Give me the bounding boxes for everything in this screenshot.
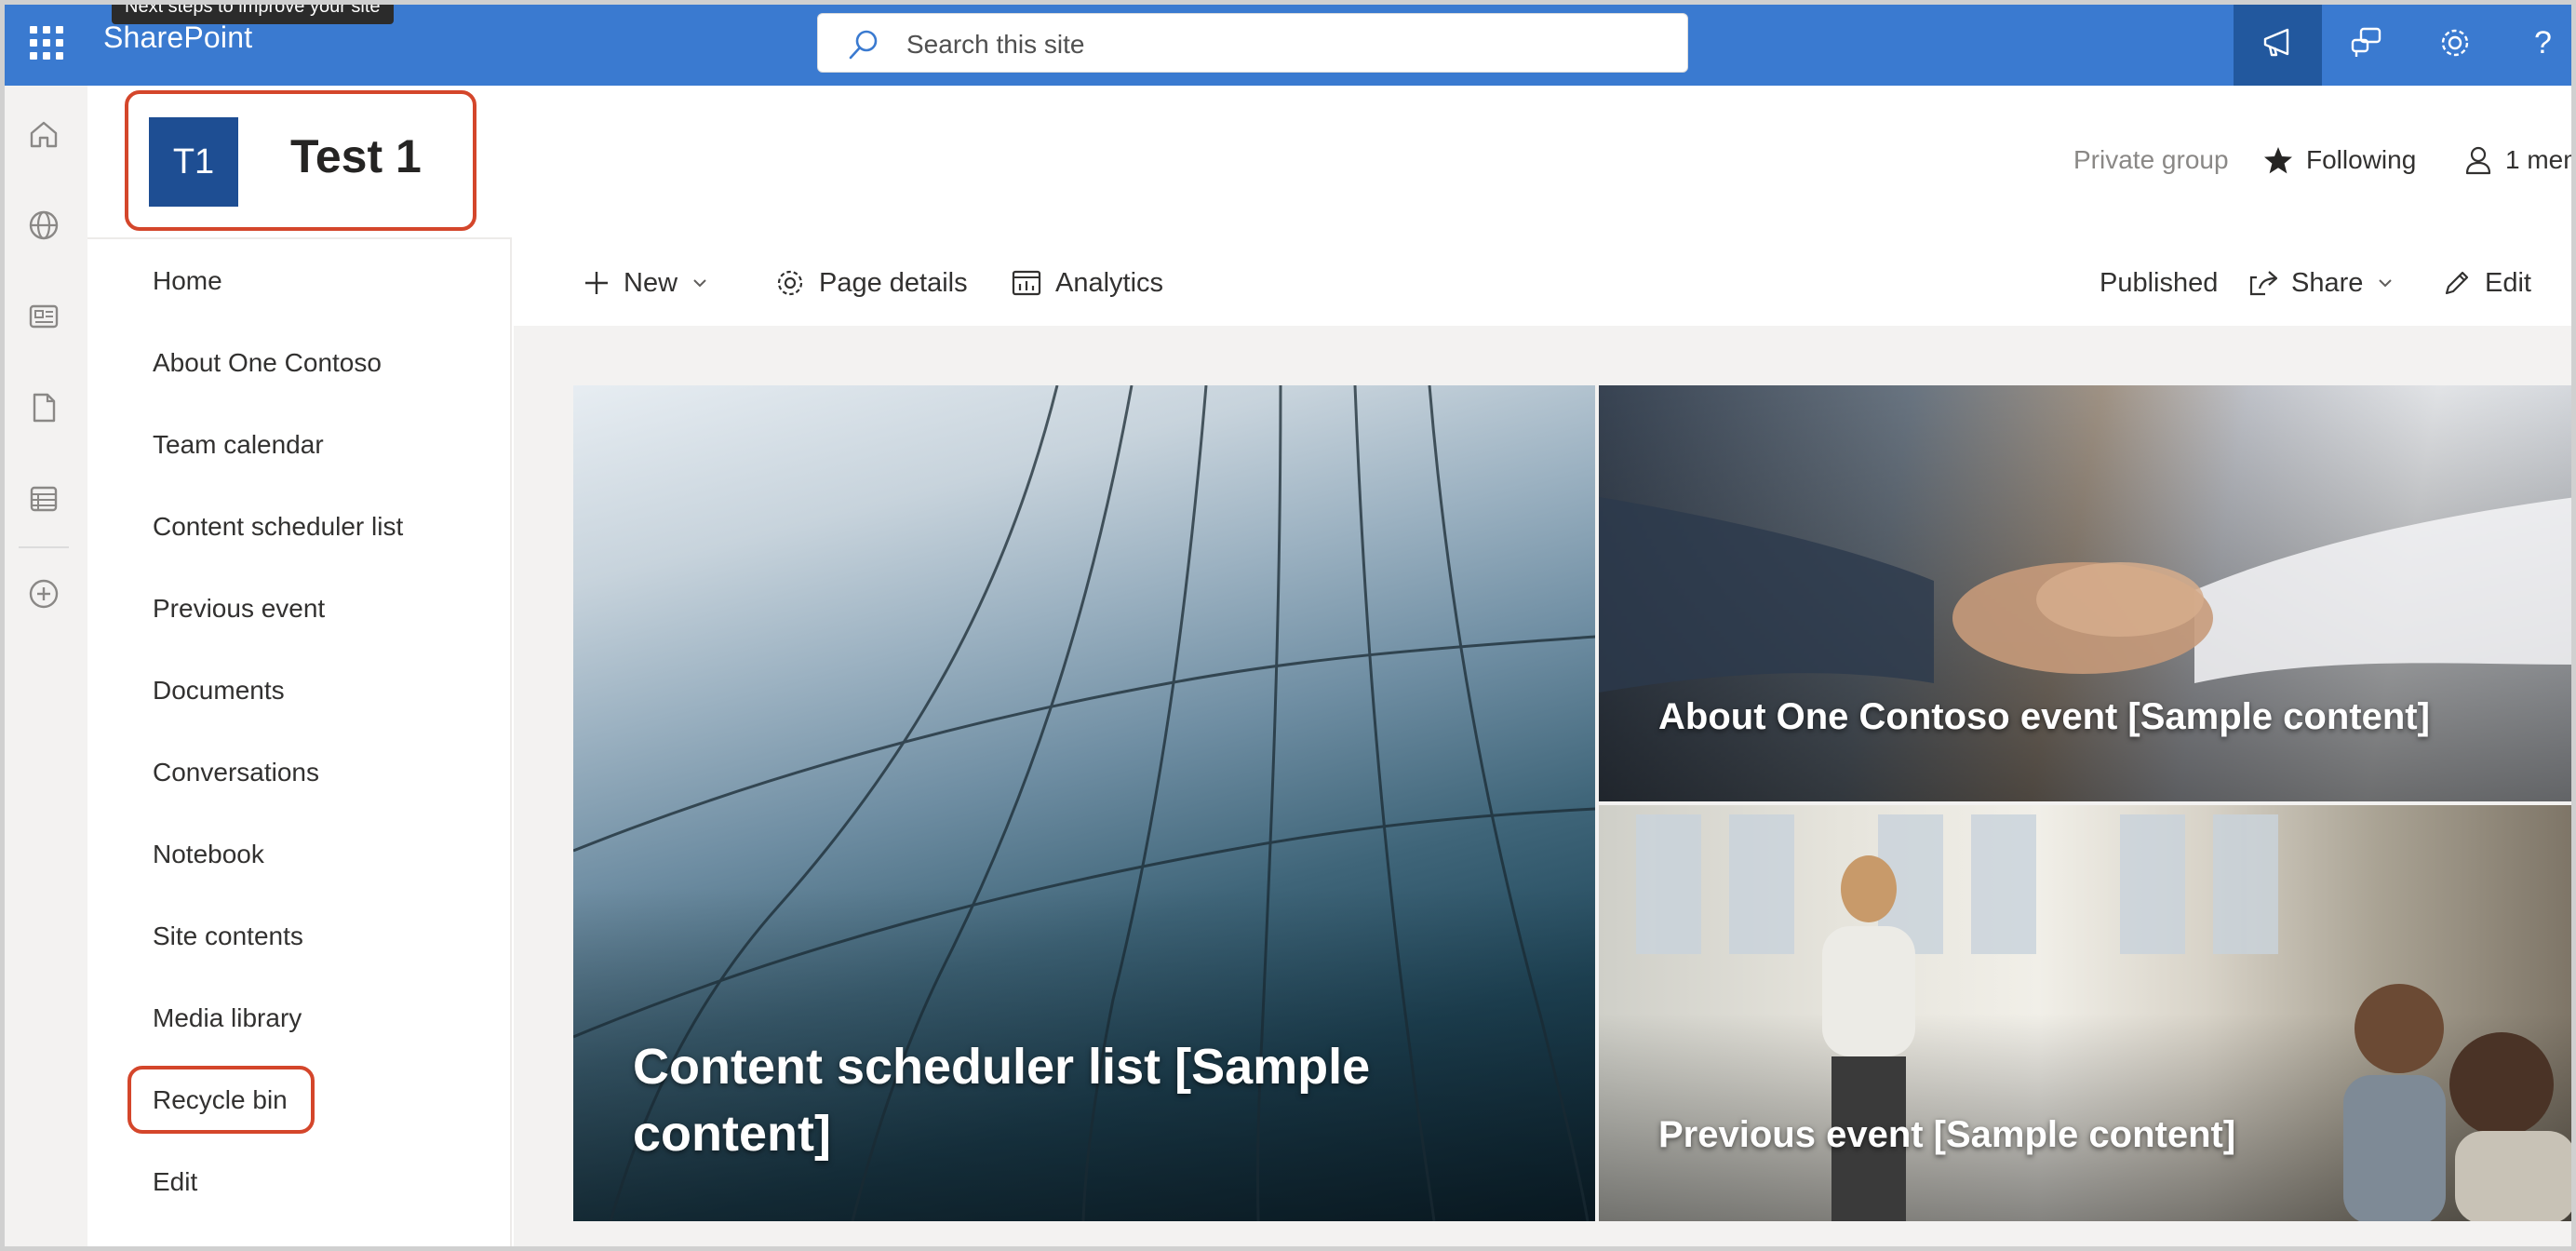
- hero-title-content-scheduler: Content scheduler list [Sample content]: [633, 1039, 1371, 1162]
- share-icon: [2249, 271, 2278, 296]
- next-steps-tooltip: Next steps to improve your site: [112, 0, 394, 24]
- analytics-label: Analytics: [1055, 267, 1164, 298]
- person-icon: [2465, 146, 2491, 175]
- edit-label: Edit: [2485, 267, 2531, 298]
- nav-item-edit[interactable]: Edit: [153, 1167, 197, 1197]
- document-icon[interactable]: [25, 389, 62, 426]
- members-label: 1 mem: [2505, 145, 2576, 174]
- help-button[interactable]: ?: [2499, 0, 2576, 86]
- settings-icon: [2441, 29, 2468, 57]
- app-launcher-icon[interactable]: [19, 15, 74, 71]
- members-button[interactable]: 1 mem: [2464, 145, 2576, 175]
- pencil-icon: [2445, 271, 2469, 295]
- nav-item-conversations[interactable]: Conversations: [153, 758, 319, 787]
- page-details-label: Page details: [819, 267, 968, 298]
- megaphone-button[interactable]: [2234, 0, 2322, 86]
- globe-icon[interactable]: [25, 207, 62, 244]
- news-icon[interactable]: [25, 298, 62, 335]
- new-label: New: [624, 267, 678, 298]
- edit-button[interactable]: Edit: [2442, 264, 2531, 302]
- hero-title-previous-event: Previous event [Sample content]: [1658, 1114, 2236, 1155]
- analytics-icon: [1012, 270, 1041, 296]
- published-status: Published: [2100, 267, 2219, 298]
- help-icon: ?: [2534, 24, 2552, 61]
- home-icon[interactable]: [25, 115, 62, 153]
- add-icon[interactable]: [25, 575, 62, 612]
- page-details-button[interactable]: Page details: [774, 264, 968, 302]
- star-icon: [2264, 147, 2292, 174]
- nav-item-content-scheduler-list[interactable]: Content scheduler list: [153, 512, 403, 542]
- hero-tile-about-one-contoso[interactable]: About One Contoso event [Sample content]: [1599, 385, 2576, 801]
- handshake-image: [1599, 497, 2576, 693]
- nav-item-notebook[interactable]: Notebook: [153, 840, 264, 869]
- megaphone-icon: [2263, 28, 2288, 57]
- rail-divider: [19, 546, 69, 548]
- settings-button[interactable]: [2410, 0, 2499, 86]
- hero-tile-previous-event[interactable]: Previous event [Sample content]: [1599, 805, 2576, 1221]
- analytics-button[interactable]: Analytics: [1011, 264, 1163, 302]
- feedback-icon: [2351, 27, 2381, 57]
- nav-item-home[interactable]: Home: [153, 266, 222, 296]
- following-label: Following: [2306, 145, 2417, 174]
- privacy-label: Private group: [2073, 145, 2229, 174]
- following-button[interactable]: Following: [2263, 145, 2416, 175]
- share-label: Share: [2291, 267, 2364, 298]
- presentation-image: [1636, 814, 2576, 1221]
- plus-icon: [585, 272, 608, 294]
- site-title-highlight: [125, 90, 476, 231]
- app-rail: [0, 86, 87, 1251]
- search-icon: [849, 30, 878, 60]
- nav-item-team-calendar[interactable]: Team calendar: [153, 430, 324, 460]
- gear-icon: [777, 270, 803, 296]
- nav-item-documents[interactable]: Documents: [153, 676, 285, 706]
- search-placeholder: Search this site: [906, 30, 1085, 59]
- nav-item-previous-event[interactable]: Previous event: [153, 594, 325, 624]
- nav-item-site-contents[interactable]: Site contents: [153, 921, 303, 951]
- nav-item-about-one-contoso[interactable]: About One Contoso: [153, 348, 382, 378]
- sharepoint-brand[interactable]: SharePoint: [103, 20, 252, 55]
- hero-title-about-one-contoso: About One Contoso event [Sample content]: [1658, 696, 2430, 737]
- suite-bar: SharePoint Search this site ? Next steps…: [0, 0, 2576, 86]
- new-button[interactable]: New: [583, 264, 709, 302]
- share-button[interactable]: Share: [2248, 264, 2395, 302]
- feedback-button[interactable]: [2322, 0, 2410, 86]
- list-icon[interactable]: [25, 480, 62, 518]
- nav-item-media-library[interactable]: Media library: [153, 1003, 302, 1033]
- chevron-down-icon: [693, 279, 706, 288]
- chevron-down-icon: [2379, 279, 2393, 288]
- search-box[interactable]: Search this site: [817, 13, 1688, 73]
- command-bar: New Page details Analytics Published Sha…: [514, 237, 2576, 326]
- recycle-bin-highlight: [127, 1066, 315, 1134]
- hero-tile-content-scheduler[interactable]: Content scheduler list [Sample content]: [573, 385, 1595, 1221]
